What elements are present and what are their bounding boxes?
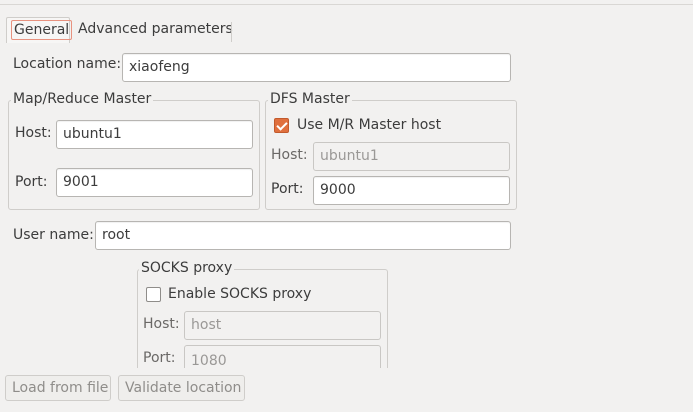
tab-separator <box>231 22 232 42</box>
tab-advanced-parameters[interactable]: Advanced parameters <box>74 17 237 43</box>
user-name-input[interactable]: root <box>95 221 511 250</box>
location-name-input[interactable]: xiaofeng <box>122 53 511 82</box>
use-mr-master-host-label[interactable]: Use M/R Master host <box>297 117 441 133</box>
dfs-port-input[interactable]: 9000 <box>313 176 510 205</box>
validate-location-button[interactable]: Validate location <box>118 375 245 401</box>
use-mr-master-host-checkbox[interactable] <box>274 118 289 133</box>
enable-socks-proxy-checkbox[interactable] <box>146 287 161 302</box>
socks-host-input: host <box>184 311 381 340</box>
socks-port-input: 1080 <box>184 345 381 369</box>
socks-host-label: Host: <box>143 316 180 332</box>
mapreduce-host-input[interactable]: ubuntu1 <box>56 120 253 149</box>
tab-advanced-label: Advanced parameters <box>78 21 233 37</box>
dfs-master-legend: DFS Master <box>268 91 352 107</box>
dfs-host-label: Host: <box>271 147 308 163</box>
enable-socks-proxy-label[interactable]: Enable SOCKS proxy <box>168 286 311 302</box>
tab-general[interactable]: General <box>6 17 73 43</box>
socks-port-value: 1080 <box>191 353 227 369</box>
tab-general-label: General <box>11 20 73 40</box>
mapreduce-port-input[interactable]: 9001 <box>56 168 253 197</box>
scroll-clip <box>0 368 693 373</box>
dfs-host-input: ubuntu1 <box>313 142 510 171</box>
user-name-label: User name: <box>13 227 94 243</box>
mapreduce-master-legend: Map/Reduce Master <box>11 91 154 107</box>
socks-port-label: Port: <box>143 350 176 366</box>
mapreduce-port-label: Port: <box>15 174 48 190</box>
socks-proxy-legend: SOCKS proxy <box>139 260 235 276</box>
load-from-file-button[interactable]: Load from file <box>5 375 111 401</box>
top-divider <box>0 4 693 5</box>
mapreduce-host-label: Host: <box>15 125 52 141</box>
location-name-label: Location name: <box>13 56 122 72</box>
dfs-port-label: Port: <box>271 181 304 197</box>
